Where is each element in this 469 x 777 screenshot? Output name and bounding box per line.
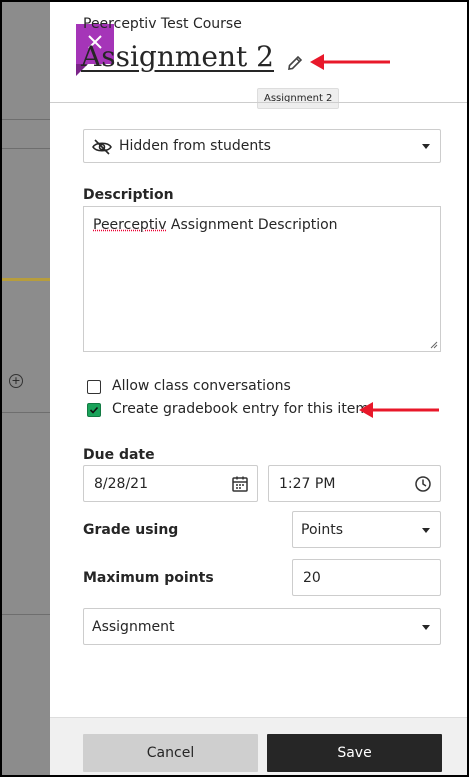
window-frame: + Peerceptiv Test Course Assignment 2 As… [2,2,467,775]
due-date-input[interactable]: 8/28/21 [83,465,258,502]
due-time-input[interactable]: 1:27 PM [268,465,441,502]
check-icon [89,406,99,414]
gradebook-entry-label: Create gradebook entry for this item [112,401,370,417]
divider [2,614,50,615]
course-name: Peerceptiv Test Course [83,16,242,32]
maximum-points-input[interactable]: 20 [292,559,441,596]
due-time-value: 1:27 PM [279,476,336,492]
checkbox-checked[interactable] [87,403,101,417]
assignment-settings-panel: Peerceptiv Test Course Assignment 2 Assi… [50,2,467,775]
chevron-down-icon [422,625,430,630]
add-content-icon[interactable]: + [9,374,23,388]
chevron-down-icon [422,144,430,149]
chevron-down-icon [422,528,430,533]
grade-using-value: Points [301,522,344,538]
divider [2,148,50,149]
grade-using-label: Grade using [83,522,179,538]
assignment-title[interactable]: Assignment 2 [81,40,274,73]
panel-footer: Cancel Save [50,717,467,775]
description-label: Description [83,187,174,203]
due-date-value: 8/28/21 [94,476,148,492]
description-text-misspelled: Peerceptiv [93,217,167,233]
header-divider [50,102,467,103]
divider [2,412,50,413]
allow-conversations-label: Allow class conversations [112,378,291,394]
divider [2,119,50,120]
save-button[interactable]: Save [267,734,442,772]
calendar-icon[interactable] [231,475,249,493]
due-date-label: Due date [83,447,155,463]
eye-slash-icon [92,139,112,155]
description-text: Assignment Description [166,217,338,233]
visibility-dropdown[interactable]: Hidden from students [83,129,441,163]
maximum-points-value: 20 [303,570,321,586]
title-tooltip: Assignment 2 [257,88,340,109]
grade-using-dropdown[interactable]: Points [292,511,441,548]
checkbox-unchecked[interactable] [87,380,101,394]
background-page: + [2,2,50,775]
cancel-button[interactable]: Cancel [83,734,258,772]
maximum-points-label: Maximum points [83,570,214,586]
description-textarea[interactable]: Peerceptiv Assignment Description [83,206,441,352]
pencil-icon[interactable] [286,54,304,72]
red-arrow-annotation [310,54,390,70]
clock-icon[interactable] [414,475,432,493]
resize-handle-icon[interactable] [430,341,438,349]
visibility-value: Hidden from students [119,138,271,154]
red-arrow-annotation [359,402,439,418]
divider [2,278,50,281]
grade-category-value: Assignment [92,619,175,635]
grade-category-dropdown[interactable]: Assignment [83,608,441,645]
